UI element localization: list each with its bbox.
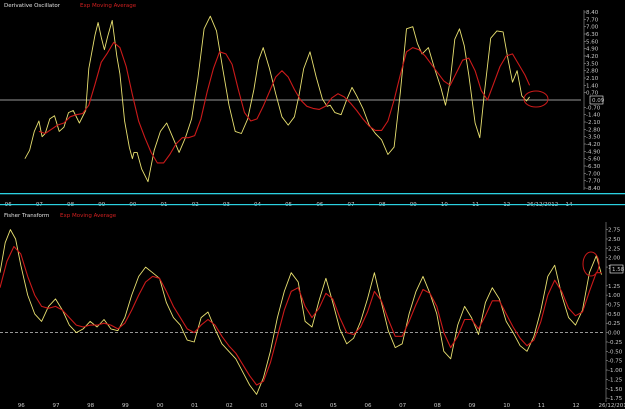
x-tick-label: 04 <box>295 403 302 409</box>
y-tick-label: 0.00 <box>608 331 621 337</box>
y-tick-label: -1.00 <box>608 368 623 374</box>
y-tick-label: -8.40 <box>586 186 601 192</box>
y-tick-label: 2.00 <box>608 256 621 262</box>
y-tick-label: -0.25 <box>608 340 623 346</box>
y-tick-label: -1.40 <box>586 113 601 119</box>
x-tick-label: 07 <box>399 403 406 409</box>
y-tick-label: 2.25 <box>608 246 621 252</box>
y-tick-label: -4.20 <box>586 142 601 148</box>
y-tick-label: -1.75 <box>608 396 623 402</box>
x-tick-label: 05 <box>330 403 337 409</box>
y-tick-label: 2.50 <box>608 237 621 243</box>
x-tick-label: 06 <box>365 403 372 409</box>
y-tick-label: -3.50 <box>586 135 601 141</box>
x-tick-label: 08 <box>434 403 441 409</box>
y-tick-label: -2.80 <box>586 127 601 133</box>
y-tick-label: -0.50 <box>608 349 623 355</box>
y-tick-label: 0.75 <box>608 303 621 309</box>
y-tick-label: -7.00 <box>586 171 601 177</box>
x-tick-label: 11 <box>538 403 545 409</box>
current-value-label: 0.09 <box>592 98 605 104</box>
y-tick-label: 4.90 <box>586 47 599 53</box>
panel-divider <box>0 193 625 195</box>
x-tick-label: 02 <box>226 403 233 409</box>
y-tick-label: -7.70 <box>586 179 601 185</box>
y-tick-label: 2.80 <box>586 69 599 75</box>
y-tick-label: 4.20 <box>586 54 599 60</box>
x-tick-label: 26/12/2012 <box>599 403 625 409</box>
y-tick-label: 5.60 <box>586 39 599 45</box>
x-tick-label: 97 <box>52 403 59 409</box>
x-tick-label: 10 <box>503 403 510 409</box>
y-tick-label: -1.50 <box>608 387 623 393</box>
y-tick-label: 7.00 <box>586 25 599 31</box>
panel-title: Derivative Oscillator <box>4 3 61 9</box>
y-tick-label: -1.25 <box>608 377 623 383</box>
y-tick-label: -0.75 <box>608 359 623 365</box>
x-tick-label: 12 <box>573 403 580 409</box>
x-tick-label: 01 <box>191 403 198 409</box>
x-tick-label: 99 <box>122 403 129 409</box>
y-tick-label: -2.10 <box>586 120 601 126</box>
y-tick-label: 2.75 <box>608 228 621 234</box>
y-tick-label: 1.25 <box>608 284 621 290</box>
y-tick-label: 0.25 <box>608 321 621 327</box>
y-tick-label: 1.40 <box>586 83 599 89</box>
panel-title: Fisher Transform <box>4 213 49 219</box>
y-tick-label: 0.50 <box>608 312 621 318</box>
panel-divider-2 <box>0 204 625 206</box>
y-tick-label: 8.40 <box>586 10 599 16</box>
y-tick-label: -0.70 <box>586 105 601 111</box>
y-tick-label: 6.30 <box>586 32 599 38</box>
y-tick-label: 1.00 <box>608 293 621 299</box>
x-tick-label: 03 <box>260 403 267 409</box>
legend-ema: Exp Moving Average <box>60 213 117 219</box>
x-tick-label: 96 <box>18 403 25 409</box>
y-tick-label: -5.60 <box>586 157 601 163</box>
x-tick-label: 09 <box>469 403 476 409</box>
x-tick-label: 98 <box>87 403 94 409</box>
y-tick-label: 2.10 <box>586 76 599 82</box>
y-tick-label: -6.30 <box>586 164 601 170</box>
current-value-label: 1.58 <box>612 267 625 273</box>
y-tick-label: 7.70 <box>586 17 599 23</box>
chart-canvas: Derivative Oscillator Exp Moving Average… <box>0 0 625 409</box>
x-tick-label: 00 <box>156 403 163 409</box>
legend-ema: Exp Moving Average <box>80 3 137 9</box>
y-tick-label: -4.90 <box>586 149 601 155</box>
y-tick-label: 3.50 <box>586 61 599 67</box>
